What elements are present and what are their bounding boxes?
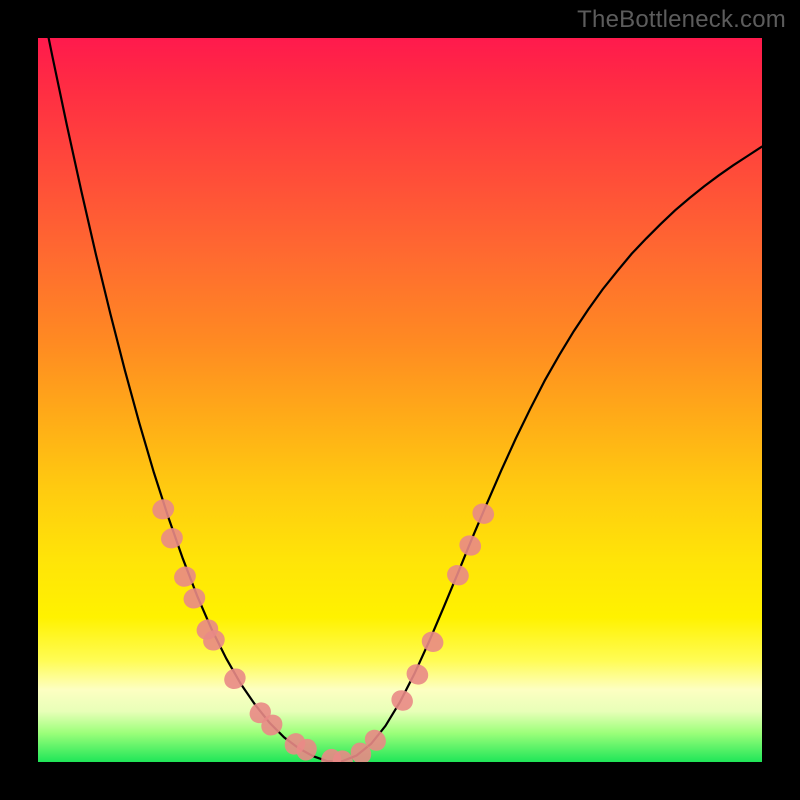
curve-marker xyxy=(403,661,431,689)
curve-marker xyxy=(158,525,185,551)
curve-marker xyxy=(257,710,287,740)
curve-marker xyxy=(150,496,177,522)
curve-marker xyxy=(180,585,208,612)
curve-marker xyxy=(331,749,355,762)
curve-marker xyxy=(456,532,484,559)
curve-marker xyxy=(281,729,310,758)
curve-marker xyxy=(193,616,221,643)
curve-marker xyxy=(361,725,391,755)
curve-marker xyxy=(418,628,446,655)
marker-group xyxy=(150,496,498,762)
plot-area xyxy=(38,38,762,762)
curve-canvas xyxy=(38,38,762,762)
bottleneck-curve xyxy=(38,38,762,761)
curve-marker xyxy=(293,736,320,762)
curve-marker xyxy=(200,627,228,654)
attribution-label: TheBottleneck.com xyxy=(577,6,786,34)
curve-marker xyxy=(245,698,275,727)
curve-marker xyxy=(319,747,342,762)
curve-marker xyxy=(444,562,472,589)
curve-marker xyxy=(347,739,375,762)
curve-marker xyxy=(388,686,417,714)
curve-marker xyxy=(220,664,249,693)
curve-marker xyxy=(171,563,199,589)
chart-frame: TheBottleneck.com xyxy=(0,0,800,800)
curve-marker xyxy=(469,500,497,527)
